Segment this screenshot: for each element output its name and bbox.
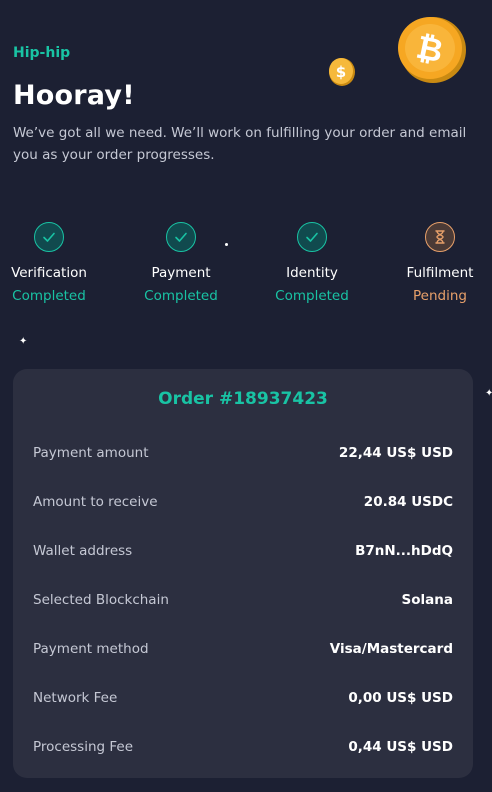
row-label: Selected Blockchain (33, 592, 169, 608)
row-label: Amount to receive (33, 494, 158, 510)
row-label: Network Fee (33, 690, 118, 706)
row-wallet-address: Wallet address B7nN...hDdQ (33, 541, 453, 561)
row-value: 0,00 US$ USD (348, 690, 453, 706)
step-payment: Payment Completed (126, 222, 236, 304)
row-label: Payment method (33, 641, 149, 657)
step-verification: Verification Completed (0, 222, 104, 304)
order-summary-card: Order #18937423 Payment amount 22,44 US$… (13, 369, 473, 778)
svg-text:$: $ (336, 63, 346, 81)
row-label: Processing Fee (33, 739, 134, 755)
hip-hip-eyebrow: Hip-hip (13, 45, 71, 61)
sparkle-icon: ✦ (485, 388, 492, 399)
order-number: Order #18937423 (158, 389, 328, 409)
step-status: Completed (144, 288, 218, 304)
row-network-fee: Network Fee 0,00 US$ USD (33, 688, 453, 708)
step-status: Completed (12, 288, 86, 304)
check-icon (297, 222, 327, 252)
row-payment-amount: Payment amount 22,44 US$ USD (33, 443, 453, 463)
step-identity: Identity Completed (257, 222, 367, 304)
row-processing-fee: Processing Fee 0,44 US$ USD (33, 737, 453, 757)
row-value: 22,44 US$ USD (338, 445, 453, 461)
step-label: Payment (151, 265, 211, 281)
bitcoin-coin-icon: ₿ (398, 17, 466, 83)
row-amount-to-receive: Amount to receive 20.84 USDC (33, 492, 453, 512)
sparkle-icon: ✦ (19, 336, 28, 347)
step-label: Identity (286, 265, 338, 281)
step-label: Fulfilment (406, 265, 474, 281)
step-label: Verification (11, 265, 87, 281)
check-icon (34, 222, 64, 252)
step-status: Pending (413, 288, 467, 304)
row-label: Payment amount (33, 445, 149, 461)
row-value: Visa/Mastercard (329, 641, 453, 657)
check-icon (166, 222, 196, 252)
dollar-coin-icon: $ (329, 58, 355, 86)
row-payment-method: Payment method Visa/Mastercard (33, 639, 453, 659)
row-selected-blockchain: Selected Blockchain Solana (33, 590, 453, 610)
row-value: 0,44 US$ USD (348, 739, 453, 755)
row-label: Wallet address (33, 543, 133, 559)
hourglass-icon (425, 222, 455, 252)
row-value: Solana (401, 592, 453, 608)
step-status: Completed (275, 288, 349, 304)
row-value: 20.84 USDC (363, 494, 453, 510)
page-title: Hooray! (13, 80, 135, 111)
step-fulfilment: Fulfilment Pending (385, 222, 492, 304)
row-value[interactable]: B7nN...hDdQ (355, 543, 453, 559)
page-subtitle: We’ve got all we need. We’ll work on ful… (13, 125, 467, 163)
